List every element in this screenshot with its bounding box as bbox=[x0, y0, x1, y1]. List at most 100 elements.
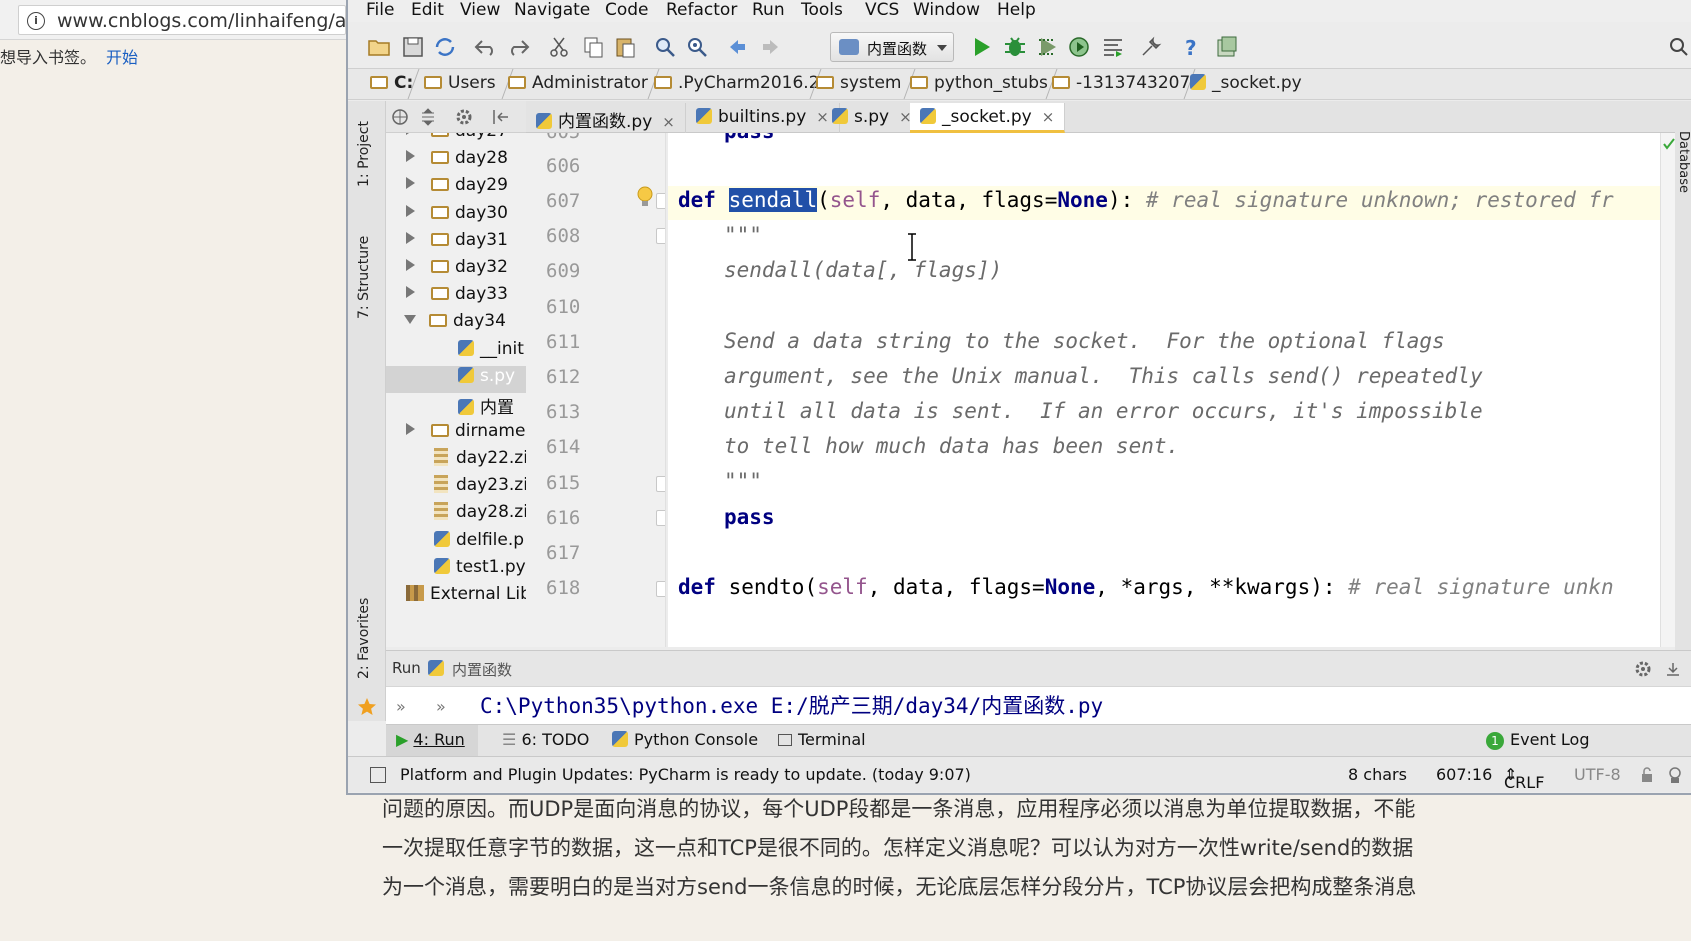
settings-wrench-icon[interactable] bbox=[1138, 34, 1164, 60]
expand-icon[interactable]: » bbox=[396, 697, 406, 716]
open-folder-icon[interactable] bbox=[366, 34, 392, 60]
gear-icon[interactable] bbox=[1633, 659, 1653, 679]
chevron-right-icon[interactable] bbox=[406, 133, 415, 135]
tree-item-file[interactable]: __init bbox=[458, 339, 524, 366]
undo-icon[interactable] bbox=[472, 34, 498, 60]
tree-item-zip[interactable]: day23.zi bbox=[434, 475, 526, 502]
help-icon[interactable]: ? bbox=[1178, 34, 1204, 60]
tree-item-folder[interactable]: day29 bbox=[406, 175, 508, 202]
concurrency-icon[interactable] bbox=[1100, 34, 1126, 60]
run-panel-config[interactable]: 内置函数 bbox=[452, 659, 512, 680]
find-icon[interactable] bbox=[652, 34, 678, 60]
chevron-right-icon[interactable] bbox=[406, 259, 415, 271]
coverage-icon[interactable] bbox=[1034, 34, 1060, 60]
replace-icon[interactable] bbox=[684, 34, 710, 60]
profile-icon[interactable] bbox=[1066, 34, 1092, 60]
breadcrumb-item[interactable]: Users bbox=[424, 73, 496, 97]
copy-icon[interactable] bbox=[580, 34, 606, 60]
fold-marker[interactable] bbox=[656, 510, 665, 526]
lock-icon[interactable] bbox=[1640, 767, 1654, 783]
structure-tool-button[interactable]: 7: Structure bbox=[356, 236, 372, 319]
tab-todo[interactable]: ☰ 6: TODO bbox=[502, 730, 589, 749]
favorites-tool-button[interactable]: 2: Favorites bbox=[356, 598, 372, 679]
editor-scrollbar[interactable] bbox=[1660, 133, 1675, 647]
tab-builtins[interactable]: builtins.py × bbox=[686, 103, 840, 133]
tree-item-folder-open[interactable]: day34 bbox=[404, 311, 506, 338]
cut-icon[interactable] bbox=[546, 34, 572, 60]
file-encoding[interactable]: UTF-8 bbox=[1574, 765, 1621, 784]
close-icon[interactable]: × bbox=[662, 113, 675, 131]
fold-marker[interactable] bbox=[656, 476, 665, 492]
bookmarks-start-link[interactable]: 开始 bbox=[106, 48, 138, 67]
tool-windows-toggle-icon[interactable] bbox=[370, 767, 386, 783]
url-text[interactable]: www.cnblogs.com/linhaifeng/a bbox=[57, 10, 346, 32]
target-icon[interactable] bbox=[390, 107, 410, 127]
expand-icon[interactable]: » bbox=[436, 697, 446, 716]
menu-vcs[interactable]: VCS bbox=[865, 0, 899, 20]
tree-item-folder[interactable]: day32 bbox=[406, 257, 508, 284]
tab-builtin-functions[interactable]: 内置函数.py × bbox=[526, 103, 686, 133]
sync-icon[interactable] bbox=[432, 34, 458, 60]
close-icon[interactable]: × bbox=[1042, 108, 1055, 126]
breadcrumb-item[interactable]: system bbox=[816, 73, 901, 97]
tree-item-folder[interactable]: day30 bbox=[406, 203, 508, 230]
address-field[interactable]: i www.cnblogs.com/linhaifeng/a bbox=[18, 5, 346, 35]
sdk-icon[interactable] bbox=[1214, 34, 1240, 60]
project-tool-button[interactable]: 1: Project bbox=[356, 121, 372, 187]
tree-item-file[interactable]: delfile.p bbox=[434, 530, 524, 557]
breadcrumb-item[interactable]: -1313743207 bbox=[1052, 73, 1190, 97]
event-log-button[interactable]: 1 Event Log bbox=[1486, 730, 1590, 750]
menu-navigate[interactable]: Navigate bbox=[514, 0, 590, 20]
breadcrumb-item[interactable]: .PyCharm2016.2 bbox=[654, 73, 820, 97]
menu-run[interactable]: Run bbox=[752, 0, 785, 20]
run-console[interactable]: » » C:\Python35\python.exe E:/脱产三期/day34… bbox=[386, 686, 1691, 724]
menu-file[interactable]: File bbox=[366, 0, 394, 20]
chevron-right-icon[interactable] bbox=[406, 177, 415, 189]
menu-view[interactable]: View bbox=[460, 0, 500, 20]
tree-item-file[interactable]: 内置 bbox=[458, 393, 514, 420]
menu-code[interactable]: Code bbox=[605, 0, 649, 20]
menu-edit[interactable]: Edit bbox=[411, 0, 444, 20]
breadcrumb-item[interactable]: _socket.py bbox=[1190, 73, 1302, 97]
chevron-down-icon[interactable] bbox=[404, 315, 416, 324]
tree-item-folder[interactable]: day33 bbox=[406, 284, 508, 311]
tab-python-console[interactable]: Python Console bbox=[612, 730, 758, 749]
back-icon[interactable] bbox=[724, 34, 750, 60]
status-message[interactable]: Platform and Plugin Updates: PyCharm is … bbox=[400, 765, 971, 784]
code-editor[interactable]: pass def sendall(self, data, flags=None)… bbox=[668, 133, 1678, 647]
database-tool-button[interactable]: Database bbox=[1676, 131, 1691, 193]
fold-marker[interactable] bbox=[656, 581, 665, 597]
chevron-right-icon[interactable] bbox=[406, 423, 415, 435]
hide-panel-icon[interactable] bbox=[490, 107, 510, 127]
chevron-right-icon[interactable] bbox=[406, 150, 415, 162]
tree-item-folder[interactable]: day31 bbox=[406, 230, 508, 257]
tab-run[interactable]: ▶ 4: Run bbox=[386, 725, 478, 757]
line-separator[interactable]: CRLF ⇕ bbox=[1504, 765, 1544, 792]
tab-socket-py[interactable]: _socket.py × bbox=[910, 103, 1066, 133]
tree-item-file-selected[interactable]: s.py bbox=[386, 366, 526, 393]
fold-marker[interactable] bbox=[656, 193, 665, 209]
gear-icon[interactable] bbox=[454, 107, 474, 127]
inspector-icon[interactable] bbox=[1666, 766, 1684, 784]
tree-item-zip[interactable]: day28.zi bbox=[434, 502, 526, 529]
menu-window[interactable]: Window bbox=[913, 0, 980, 20]
chevron-right-icon[interactable] bbox=[406, 205, 415, 217]
run-icon[interactable] bbox=[968, 34, 994, 60]
tree-item-folder[interactable]: dirname bbox=[406, 421, 525, 448]
tree-item-external-libraries[interactable]: External Lib bbox=[406, 584, 526, 611]
lightbulb-icon[interactable] bbox=[636, 185, 654, 209]
tree-item-folder[interactable]: day27 bbox=[406, 133, 508, 148]
search-everywhere-icon[interactable] bbox=[1666, 34, 1691, 60]
tab-terminal[interactable]: Terminal bbox=[778, 730, 866, 749]
fold-marker[interactable] bbox=[656, 228, 665, 244]
info-icon[interactable]: i bbox=[27, 12, 45, 30]
save-icon[interactable] bbox=[400, 34, 426, 60]
breadcrumb-item[interactable]: Administrator bbox=[508, 73, 648, 97]
chevron-right-icon[interactable] bbox=[406, 286, 415, 298]
debug-icon[interactable] bbox=[1002, 34, 1028, 60]
collapse-all-icon[interactable] bbox=[418, 107, 438, 127]
caret-position[interactable]: 607:16 bbox=[1436, 765, 1492, 784]
tree-item-file[interactable]: test1.py bbox=[434, 557, 526, 584]
minimize-panel-icon[interactable] bbox=[1663, 659, 1683, 679]
run-configuration-select[interactable]: 内置函数 bbox=[830, 32, 954, 62]
